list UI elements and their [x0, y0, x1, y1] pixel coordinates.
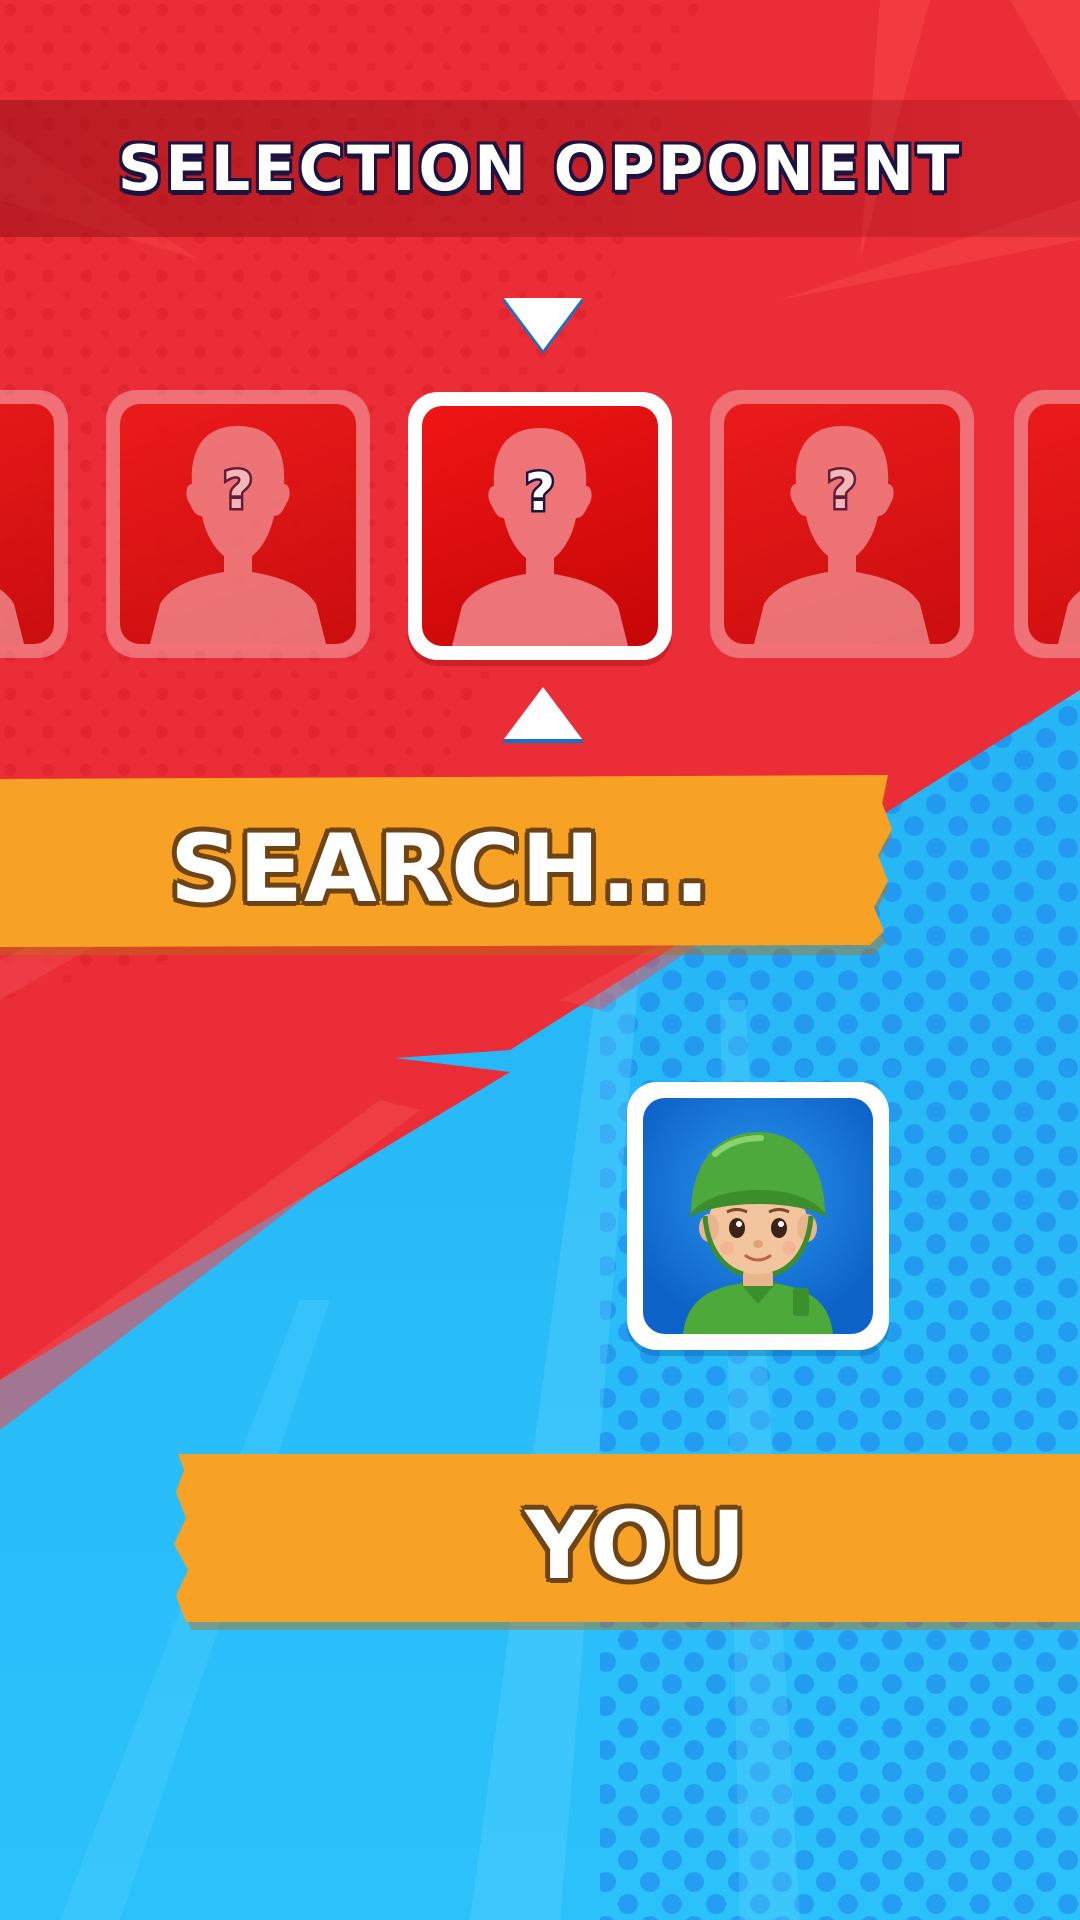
- matchmaking-screen: SELECTION OPPONENT ? ? ? SEARCH... YOU: [0, 0, 1080, 1920]
- player-avatar: [627, 1082, 889, 1350]
- search-status-label: SEARCH...: [170, 815, 711, 924]
- unknown-opponent-silhouette-icon: [1058, 591, 1080, 644]
- unknown-opponent-silhouette-icon: ?: [754, 426, 930, 644]
- opponent-slot: [0, 390, 68, 658]
- split-background: [0, 0, 1080, 1920]
- page-title: SELECTION OPPONENT: [117, 132, 963, 205]
- opponent-carousel: ? ? ?: [0, 390, 1080, 662]
- selector-arrow-down-icon: [502, 298, 584, 354]
- opponent-slot-selected: ?: [408, 392, 672, 660]
- unknown-opponent-silhouette-icon: ?: [452, 428, 628, 646]
- toy-soldier-avatar-icon: [683, 1132, 833, 1334]
- player-name-banner: YOU: [170, 1450, 1080, 1630]
- opponent-slot: [1014, 390, 1080, 658]
- question-mark: ?: [827, 461, 857, 521]
- player-name-label: YOU: [525, 1492, 746, 1601]
- question-mark: ?: [223, 461, 253, 521]
- opponent-slot: ?: [710, 390, 974, 658]
- opponent-slot: ?: [106, 390, 370, 658]
- selector-arrow-up-icon: [502, 687, 584, 743]
- unknown-opponent-silhouette-icon: ?: [150, 426, 326, 644]
- question-mark: ?: [525, 463, 555, 523]
- title-banner: SELECTION OPPONENT: [0, 100, 1080, 237]
- search-status-banner: SEARCH...: [0, 775, 895, 955]
- unknown-opponent-silhouette-icon: [0, 589, 24, 644]
